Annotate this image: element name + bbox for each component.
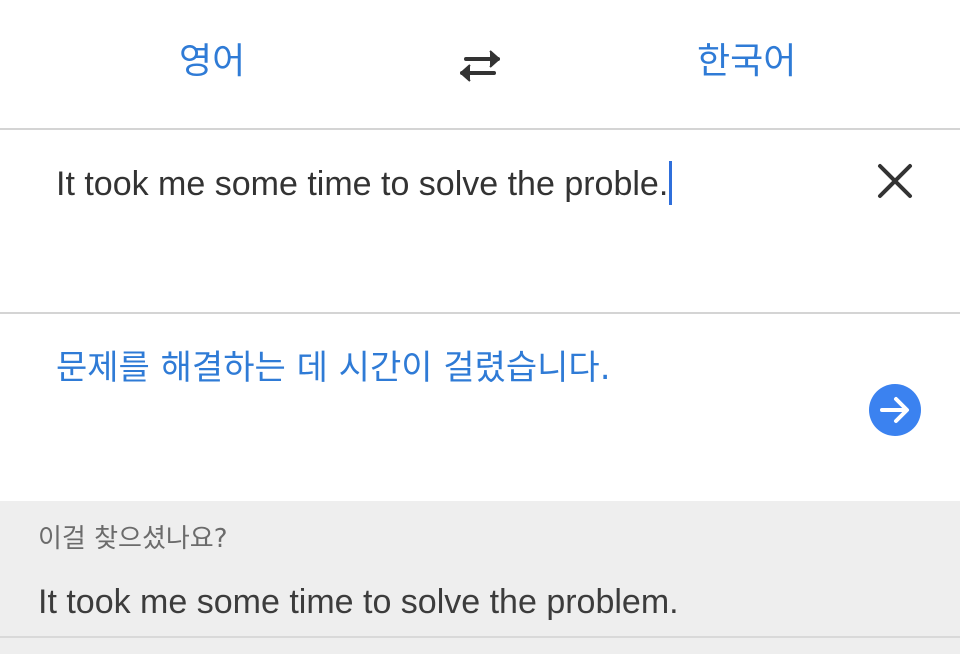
target-language-button[interactable]: 한국어 [697,38,796,86]
translation-area: 문제를 해결하는 데 시간이 걸렸습니다. [0,314,960,501]
open-translation-button[interactable] [869,384,921,436]
suggestion-label: 이걸 찾으셨나요? [38,524,228,554]
suggestion-text[interactable]: It took me some time to solve the proble… [38,579,679,625]
divider [0,636,960,638]
swap-arrows-icon [460,50,500,82]
close-icon [878,164,912,198]
translation-text: 문제를 해결하는 데 시간이 걸렸습니다. [56,348,611,388]
suggestion-panel: 이걸 찾으셨나요? It took me some time to solve … [0,501,960,654]
source-language-button[interactable]: 영어 [179,38,245,86]
source-text-field[interactable]: It took me some time to solve the proble… [56,160,673,208]
arrow-right-icon [880,397,909,423]
source-text-area[interactable]: It took me some time to solve the proble… [0,130,960,314]
text-caret [669,161,673,205]
translator-app: 영어 한국어 It took me some time to solve the… [0,0,960,654]
swap-languages-button[interactable] [456,46,504,86]
source-text: It took me some time to solve the proble… [56,165,669,203]
clear-text-button[interactable] [872,158,918,204]
language-bar: 영어 한국어 [0,0,960,130]
